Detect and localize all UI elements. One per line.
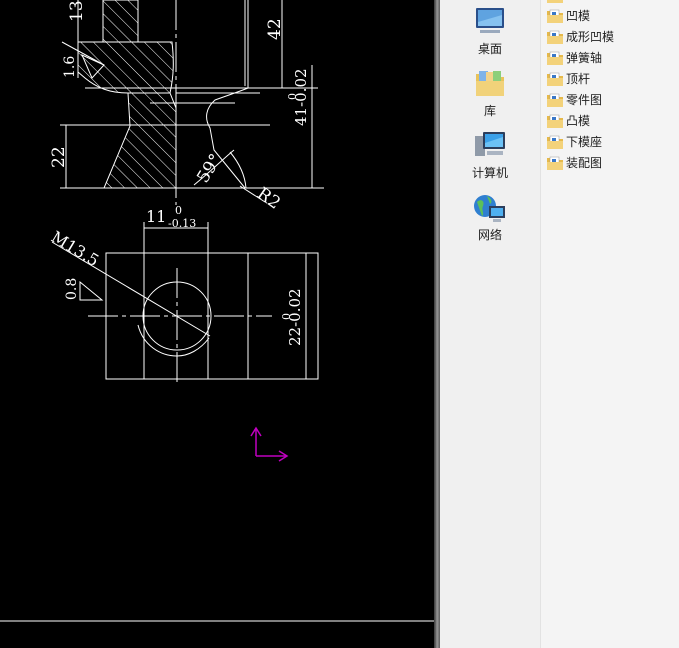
file-list: 凹模 成形凹模 弹簧轴 顶杆 零件图 凸模 下模座 装配图 [541,0,679,648]
tol-41: 41-0.02 [292,68,310,126]
roughness-top: 1.6 [62,56,78,78]
nav-item-library[interactable]: 库 [440,68,540,119]
nav-label-computer: 计算机 [471,166,508,180]
file-name: 下模座 [566,135,603,149]
network-icon [474,195,505,222]
dim-11: 11 [146,207,166,226]
hatch-neck [103,92,177,189]
tol-22: 22-0.02 [286,288,304,346]
folder-icon [547,114,563,128]
file-name: 成形凹模 [566,30,615,44]
file-name: 凹模 [566,9,591,23]
file-name: 凸模 [566,114,591,128]
thread-m13: M13.5 [48,227,102,270]
nav-label-desktop: 桌面 [477,42,502,56]
tol-11-upper: 0 [175,204,182,217]
file-name: 零件图 [566,93,603,107]
nav-label-network: 网络 [477,228,502,242]
nav-item-network[interactable]: 网络 [440,192,540,243]
folder-icon [547,135,563,149]
folder-icon [547,72,563,86]
computer-icon [475,132,505,156]
ucs-icon [250,426,289,462]
library-icon [476,71,504,96]
file-name: 装配图 [566,156,603,170]
folder-icon [547,93,563,107]
folder-icon [547,51,563,65]
folder-icon [547,156,563,170]
roughness-bottom: 0.8 [64,278,80,300]
navigation-pane: 桌面 库 计算机 网络 [440,0,541,648]
dim-22-left: 22 [49,146,69,168]
folder-icon [547,30,563,44]
dim-13: 13 [67,0,87,22]
desktop-icon [476,8,504,33]
tol-11-lower: -0.13 [168,217,196,230]
nav-item-computer[interactable]: 计算机 [440,130,540,181]
dim-42: 42 [265,18,285,40]
cad-drawing-area[interactable]: 13 42 1.6 0 41-0.02 22 59° R2 11 0 -0.13… [0,0,434,648]
nav-item-desktop[interactable]: 桌面 [440,6,540,57]
nav-label-library: 库 [483,104,496,118]
folder-icon [547,9,563,23]
file-name: 弹簧轴 [566,51,603,65]
file-name: 顶杆 [566,72,591,86]
folder-icon [547,0,563,3]
lower-part-view [51,222,319,385]
